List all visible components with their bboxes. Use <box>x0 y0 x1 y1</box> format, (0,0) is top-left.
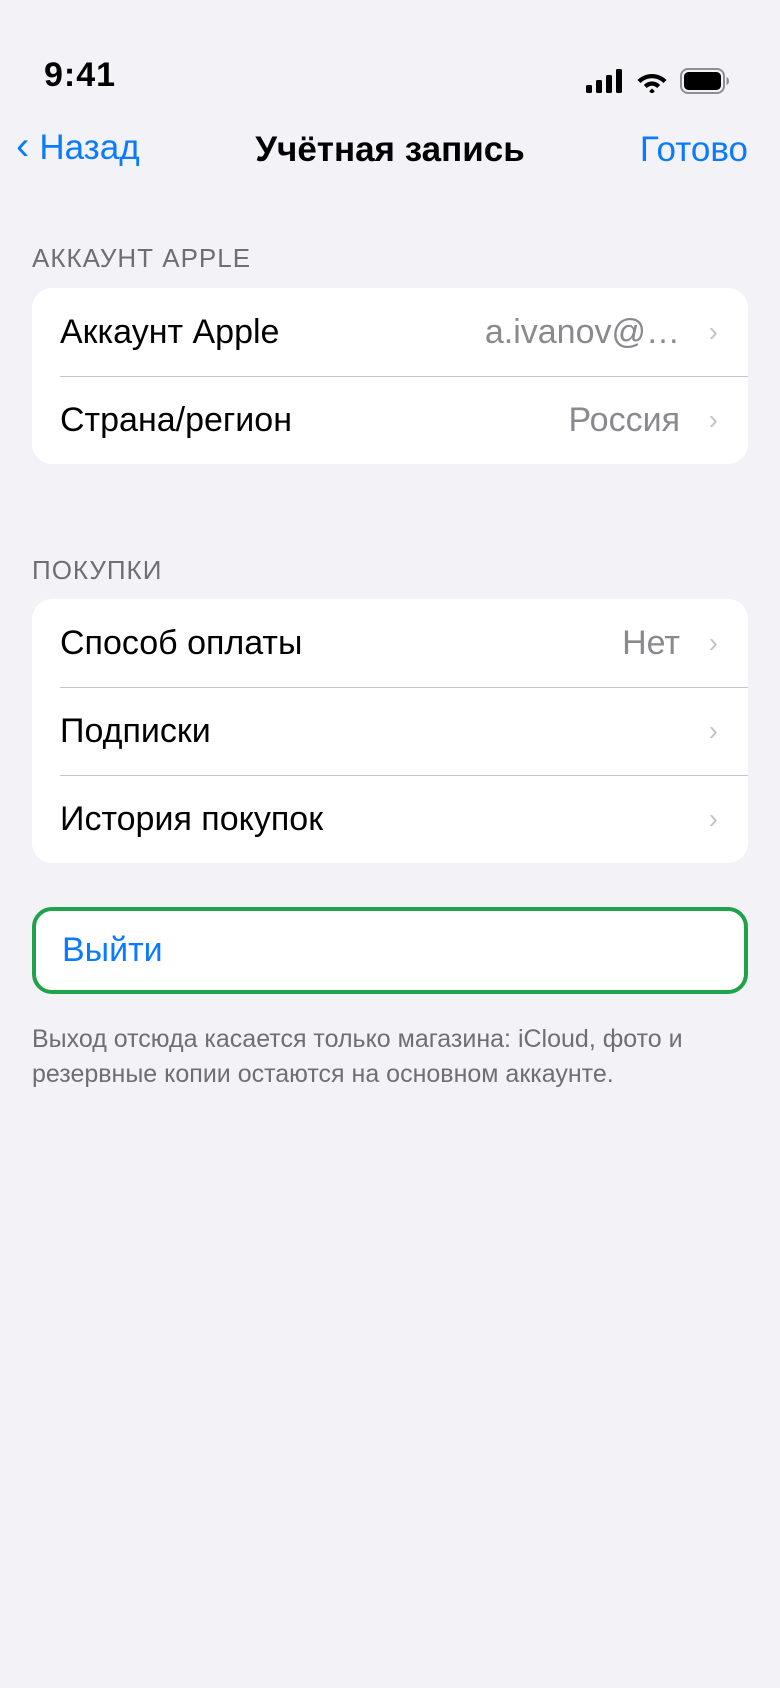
row-label: Подписки <box>60 711 211 750</box>
status-time: 9:41 <box>44 56 117 94</box>
sign-out-button[interactable]: Выйти <box>32 907 748 994</box>
battery-icon <box>680 68 729 94</box>
row-label: История покупок <box>60 799 324 838</box>
apple-account-group: Аккаунт Apple a.ivanov@… › Страна/регион… <box>32 288 748 464</box>
section-header-purchases: ПОКУПКИ <box>32 555 163 585</box>
chevron-right-icon: › <box>708 803 718 834</box>
row-value: a.ivanov@… <box>484 312 680 351</box>
row-country-region[interactable]: Страна/регион Россия › <box>32 376 748 464</box>
row-value: Россия <box>568 400 681 439</box>
row-subscriptions[interactable]: Подписки › <box>32 687 748 775</box>
navigation-bar: ‹ Назад Учётная запись Готово <box>0 120 780 182</box>
purchases-group: Способ оплаты Нет › Подписки › История п… <box>32 599 748 863</box>
chevron-right-icon: › <box>708 316 718 347</box>
chevron-right-icon: › <box>708 715 718 746</box>
done-button[interactable]: Готово <box>640 130 748 170</box>
row-label: Аккаунт Apple <box>60 312 280 351</box>
status-icons <box>586 66 730 96</box>
row-label: Способ оплаты <box>60 623 303 662</box>
chevron-right-icon: › <box>708 404 718 435</box>
sign-out-footnote: Выход отсюда касается только магазина: i… <box>32 1025 683 1088</box>
row-purchase-history[interactable]: История покупок › <box>32 775 748 863</box>
sign-out-label: Выйти <box>62 931 163 969</box>
row-apple-account[interactable]: Аккаунт Apple a.ivanov@… › <box>32 288 748 376</box>
wifi-icon <box>637 74 667 93</box>
row-value: Нет <box>622 623 680 662</box>
cellular-signal-icon <box>586 69 622 93</box>
section-header-apple-account: АККАУНТ APPLE <box>32 243 252 273</box>
row-payment-method[interactable]: Способ оплаты Нет › <box>32 599 748 687</box>
status-bar: 9:41 <box>0 0 780 110</box>
row-label: Страна/регион <box>60 400 292 439</box>
chevron-right-icon: › <box>708 627 718 658</box>
